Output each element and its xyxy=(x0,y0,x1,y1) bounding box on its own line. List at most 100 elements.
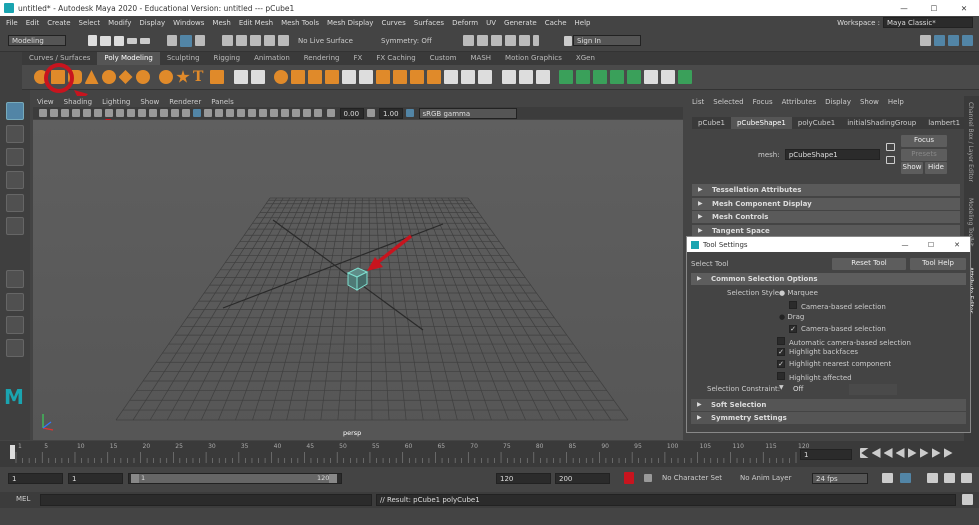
shadows-icon[interactable] xyxy=(236,109,245,117)
menu-mesh[interactable]: Mesh xyxy=(212,19,230,27)
poly-torus-icon[interactable] xyxy=(101,70,116,84)
ipr-icon[interactable] xyxy=(490,35,502,46)
boolean-union-icon[interactable] xyxy=(291,70,305,84)
menu-mesh-tools[interactable]: Mesh Tools xyxy=(281,19,319,27)
attr-menu-attributes[interactable]: Attributes xyxy=(782,98,817,106)
section-mesh-component-display[interactable]: Mesh Component Display xyxy=(692,197,960,210)
move-tool-icon[interactable] xyxy=(6,171,24,189)
pause-icon[interactable] xyxy=(532,35,539,46)
menu-curves[interactable]: Curves xyxy=(381,19,405,27)
fps-select[interactable]: 24 fps xyxy=(812,473,868,484)
snap-view-icon[interactable] xyxy=(263,35,275,46)
tool-help-button[interactable]: Tool Help xyxy=(910,257,966,270)
character-set-select[interactable]: No Character Set xyxy=(662,474,722,482)
extrude-icon[interactable] xyxy=(359,70,373,84)
show-input-icon[interactable] xyxy=(885,156,895,164)
menu-windows[interactable]: Windows xyxy=(173,19,204,27)
target-weld-icon[interactable] xyxy=(461,70,475,84)
range-slider-end-handle[interactable] xyxy=(329,474,337,483)
select-hierarchy-icon[interactable] xyxy=(166,35,177,46)
exposure-field[interactable]: 0.00 xyxy=(339,107,364,119)
playback-start-field[interactable]: 1 xyxy=(68,473,123,484)
attr-tab-shading-group[interactable]: initialShadingGroup xyxy=(841,117,923,129)
tool-settings-maximize[interactable]: ☐ xyxy=(918,241,944,249)
gate-mask-icon[interactable] xyxy=(137,109,146,117)
auto-uv-icon[interactable] xyxy=(610,70,624,84)
save-scene-icon[interactable] xyxy=(113,35,124,46)
multi-cut-icon[interactable] xyxy=(444,70,458,84)
camera-select-icon[interactable] xyxy=(38,109,47,117)
insert-edge-loop-icon[interactable] xyxy=(518,70,533,84)
go-to-start-icon[interactable] xyxy=(859,448,869,458)
resolution-gate-icon[interactable] xyxy=(126,109,135,117)
select-object-icon[interactable] xyxy=(179,34,192,47)
shelf-tab-custom[interactable]: Custom xyxy=(423,52,464,65)
sew-uv-icon[interactable] xyxy=(678,70,692,84)
xray-components-icon[interactable] xyxy=(313,109,322,117)
attr-menu-selected[interactable]: Selected xyxy=(713,98,743,106)
lasso-tool-icon[interactable] xyxy=(6,125,24,143)
select-tool-icon[interactable] xyxy=(6,102,24,120)
snap-point-icon[interactable] xyxy=(249,35,261,46)
snap-surface-icon[interactable] xyxy=(277,35,289,46)
reset-tool-button[interactable]: Reset Tool xyxy=(832,257,906,270)
section-soft-selection[interactable]: Soft Selection xyxy=(691,398,966,411)
new-scene-icon[interactable] xyxy=(87,35,97,46)
menu-uv[interactable]: UV xyxy=(486,19,496,27)
mel-input[interactable] xyxy=(40,494,372,506)
rotate-tool-icon[interactable] xyxy=(6,194,24,212)
wireframe-on-shaded-icon[interactable] xyxy=(203,109,212,117)
range-slider-bar[interactable] xyxy=(139,474,329,483)
tool-settings-close[interactable]: ✕ xyxy=(944,241,970,249)
marquee-radio[interactable]: ● Marquee xyxy=(779,289,818,297)
symmetry-select[interactable]: Symmetry: Off xyxy=(381,37,461,45)
panel-menu-show[interactable]: Show xyxy=(140,98,159,106)
planar-uv-icon[interactable] xyxy=(559,70,573,84)
section-tangent-space[interactable]: Tangent Space xyxy=(692,224,960,237)
step-forward-icon[interactable] xyxy=(919,448,929,458)
snap-grid-icon[interactable] xyxy=(221,35,233,46)
cut-uv-icon[interactable] xyxy=(661,70,675,84)
mel-label[interactable]: MEL xyxy=(16,495,30,503)
attr-tab-lambert1[interactable]: lambert1 xyxy=(922,117,967,129)
grease-pencil-icon[interactable] xyxy=(93,109,102,117)
two-pane-icon[interactable] xyxy=(6,316,24,334)
camera-uv-icon[interactable] xyxy=(627,70,641,84)
mesh-name-field[interactable]: pCubeShape1 xyxy=(784,149,880,160)
side-tab-channel-box[interactable]: Channel Box / Layer Editor xyxy=(967,102,974,192)
panel-menu-shading[interactable]: Shading xyxy=(64,98,92,106)
menu-display[interactable]: Display xyxy=(139,19,165,27)
super-shape-icon[interactable] xyxy=(176,70,190,83)
xray-joints-icon[interactable] xyxy=(302,109,311,117)
sign-in-select[interactable]: Sign In xyxy=(573,35,641,46)
shelf-tab-fx-caching[interactable]: FX Caching xyxy=(369,52,422,65)
section-symmetry-settings[interactable]: Symmetry Settings xyxy=(691,412,966,424)
attr-menu-display[interactable]: Display xyxy=(825,98,851,106)
auto-key-icon[interactable] xyxy=(623,472,634,484)
constraint-extra-field[interactable] xyxy=(849,383,897,395)
render-settings-icon[interactable] xyxy=(504,35,516,46)
focus-button[interactable]: Focus xyxy=(901,135,947,147)
presets-button[interactable]: Presets xyxy=(901,149,947,161)
panel-menu-lighting[interactable]: Lighting xyxy=(102,98,130,106)
connect-icon[interactable] xyxy=(478,70,492,84)
minimize-button[interactable]: — xyxy=(889,4,919,13)
anim-layer-select[interactable]: No Anim Layer xyxy=(740,474,791,482)
snap-curve-icon[interactable] xyxy=(235,35,247,46)
menu-edit[interactable]: Edit xyxy=(26,19,40,27)
section-common-selection[interactable]: Common Selection Options xyxy=(691,273,966,285)
section-tessellation[interactable]: Tessellation Attributes xyxy=(692,184,960,196)
time-slider[interactable]: 1 5 10 15 20 25 30 35 40 45 50 55 60 65 70 75 80 85 90 95 10… xyxy=(0,441,979,467)
menu-modify[interactable]: Modify xyxy=(108,19,131,27)
poly-disc-icon[interactable] xyxy=(135,70,150,84)
range-slider[interactable]: 1 120 xyxy=(128,473,342,484)
channel-box-icon[interactable] xyxy=(962,35,973,46)
image-plane-icon[interactable] xyxy=(71,109,80,117)
camera-based-2-checkbox[interactable]: ✓ Camera-based selection xyxy=(789,324,886,333)
panel-menu-renderer[interactable]: Renderer xyxy=(169,98,201,106)
highlight-nearest-checkbox[interactable]: ✓ Highlight nearest component xyxy=(777,359,891,368)
menu-surfaces[interactable]: Surfaces xyxy=(414,19,444,27)
menu-deform[interactable]: Deform xyxy=(452,19,478,27)
bevel-icon[interactable] xyxy=(393,70,407,84)
sound-icon[interactable] xyxy=(926,473,938,483)
